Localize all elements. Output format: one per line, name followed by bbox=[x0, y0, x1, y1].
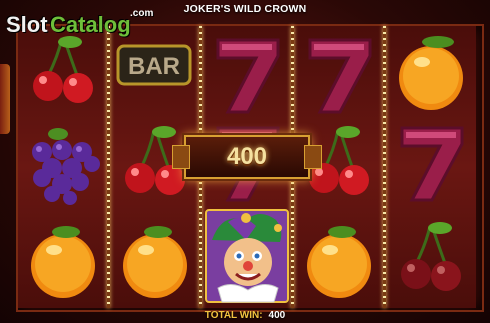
bar-label: BAR bbox=[128, 53, 180, 80]
grapes-symbol bbox=[18, 120, 108, 214]
orange-symbol bbox=[18, 214, 108, 308]
slotcatalog-logo: Slot Catalog .com bbox=[6, 4, 156, 44]
logo-text-suffix: .com bbox=[130, 8, 154, 19]
footer-bar: TOTAL WIN: 400 bbox=[0, 310, 490, 323]
seven-symbol bbox=[202, 26, 292, 120]
side-menu-tab[interactable] bbox=[0, 64, 10, 134]
seven-symbol bbox=[386, 120, 476, 214]
orange-symbol bbox=[294, 214, 384, 308]
cherry-symbol bbox=[386, 214, 476, 308]
joker-wild-symbol bbox=[202, 206, 292, 306]
total-win-value: 400 bbox=[268, 310, 286, 321]
orange-symbol bbox=[386, 26, 476, 120]
game-stage: BAR 400 JOKER'S WILD CROWN Slot Catalog … bbox=[0, 0, 490, 323]
win-amount: 400 bbox=[226, 143, 268, 170]
orange-symbol bbox=[110, 214, 200, 308]
win-amount-plaque: 400 bbox=[172, 135, 322, 179]
total-win-label: TOTAL WIN: bbox=[204, 310, 263, 321]
logo-text-slot: Slot bbox=[6, 12, 48, 37]
seven-symbol bbox=[294, 26, 384, 120]
total-win-display: TOTAL WIN: 400 bbox=[0, 310, 490, 321]
logo-text-catalog: Catalog bbox=[50, 12, 131, 37]
